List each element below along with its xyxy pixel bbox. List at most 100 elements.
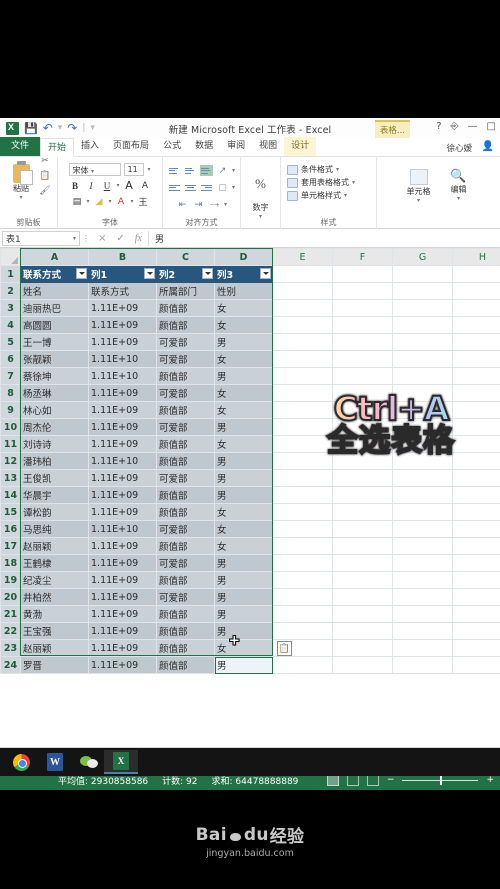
cell-A13[interactable]: 王俊凯 — [20, 469, 89, 487]
cell-D5[interactable]: 男 — [214, 333, 273, 351]
cell-A8[interactable]: 杨丞琳 — [20, 384, 89, 402]
font-size-input[interactable]: 11 — [124, 163, 145, 176]
table-row[interactable]: 18 王鹤棣 1.11E+09 可爱部男 — [0, 554, 500, 572]
align-top-button[interactable] — [168, 165, 181, 176]
paste-button[interactable]: 粘贴 ▾ — [6, 161, 36, 201]
cell-A4[interactable]: 高圆圆 — [20, 316, 89, 334]
underline-dropdown-icon[interactable]: ▾ — [116, 182, 119, 189]
cell-A6[interactable]: 张靓颖 — [20, 350, 89, 368]
cell-D10[interactable]: 男 — [214, 418, 273, 436]
cell-C20[interactable]: 可爱部 — [156, 588, 215, 606]
empty-cell-g15[interactable] — [392, 503, 453, 521]
table-row[interactable]: 2 姓名 联系方式 所属部门 性别 — [0, 282, 500, 300]
table-row[interactable]: 3 迪丽热巴 1.11E+09 颜值部女 — [0, 299, 500, 317]
cell-C14[interactable]: 颜值部 — [156, 486, 215, 504]
row-header-4[interactable]: 4 — [0, 316, 21, 334]
font-size-dropdown-icon[interactable]: ▾ — [147, 166, 150, 173]
cell-C24[interactable]: 颜值部 — [156, 656, 215, 674]
cell-C12[interactable]: 颜值部 — [156, 452, 215, 470]
table-header-row[interactable]: 1 联系方式 列1 列2 列3 — [0, 265, 500, 283]
empty-cell-h4[interactable] — [452, 316, 500, 334]
empty-cell-f16[interactable] — [332, 520, 393, 538]
align-middle-button[interactable] — [184, 165, 197, 176]
font-name-dropdown-icon[interactable]: ▾ — [91, 168, 94, 175]
align-left-button[interactable] — [168, 182, 181, 193]
empty-cell-g13[interactable] — [392, 469, 453, 487]
borders-icon[interactable]: ▤ — [70, 195, 83, 208]
table-row[interactable]: 7 蔡徐坤 1.11E+10 颜值部男 — [0, 367, 500, 385]
cell-B5[interactable]: 1.11E+09 — [88, 333, 157, 351]
conditional-formatting-dropdown-icon[interactable]: ▾ — [336, 166, 339, 173]
empty-cell-g10[interactable] — [392, 418, 453, 436]
cells-dropdown-icon[interactable]: ▾ — [417, 197, 420, 204]
empty-cell-e8[interactable] — [272, 384, 333, 402]
cell-D6[interactable]: 女 — [214, 350, 273, 368]
cancel-icon[interactable]: × — [98, 233, 106, 244]
cell-C11[interactable]: 颜值部 — [156, 435, 215, 453]
cell-A24[interactable]: 罗晋 — [20, 656, 89, 674]
empty-cell-e4[interactable] — [272, 316, 333, 334]
empty-cell-g6[interactable] — [392, 350, 453, 368]
empty-cell-e16[interactable] — [272, 520, 333, 538]
confirm-icon[interactable]: ✓ — [116, 233, 124, 244]
format-as-table-dropdown-icon[interactable]: ▾ — [352, 179, 355, 186]
cell-B8[interactable]: 1.11E+09 — [88, 384, 157, 402]
cell-A3[interactable]: 迪丽热巴 — [20, 299, 89, 317]
cell-A17[interactable]: 赵丽颖 — [20, 537, 89, 555]
cell-A14[interactable]: 华晨宇 — [20, 486, 89, 504]
align-bottom-button[interactable] — [199, 165, 213, 176]
tab-file[interactable]: 文件 — [0, 137, 41, 156]
empty-cell-e20[interactable] — [272, 588, 333, 606]
empty-cell-e22[interactable] — [272, 622, 333, 640]
row-header-21[interactable]: 21 — [0, 605, 21, 623]
cell-A11[interactable]: 刘诗诗 — [20, 435, 89, 453]
percent-style-icon[interactable]: % — [255, 176, 266, 192]
empty-cell-f1[interactable] — [332, 265, 393, 283]
empty-cell-g23[interactable] — [392, 639, 453, 657]
name-box-dropdown-icon[interactable]: ▾ — [73, 235, 76, 242]
zoom-slider-knob[interactable] — [440, 775, 443, 785]
row-header-15[interactable]: 15 — [0, 503, 21, 521]
table-row[interactable]: 8 杨丞琳 1.11E+09 可爱部女 — [0, 384, 500, 402]
page-break-view-icon[interactable] — [366, 774, 379, 786]
cell-D16[interactable]: 女 — [214, 520, 273, 538]
ribbon-tab-bar[interactable]: 文件 开始 插入 页面布局 公式 数据 审阅 视图 设计 徐心嫒 👤 — [0, 137, 500, 157]
bold-button[interactable]: B — [68, 179, 81, 192]
quick-analysis-icon[interactable]: 📋 — [277, 641, 292, 656]
cell-B13[interactable]: 1.11E+09 — [88, 469, 157, 487]
empty-cell-e11[interactable] — [272, 435, 333, 453]
column-header-g[interactable]: G — [392, 248, 453, 266]
cell-C4[interactable]: 颜值部 — [156, 316, 215, 334]
cell-C10[interactable]: 可爱部 — [156, 418, 215, 436]
increase-indent-icon[interactable]: ⇥ — [192, 198, 205, 211]
cell-C7[interactable]: 颜值部 — [156, 367, 215, 385]
font-color-icon[interactable]: A — [115, 195, 128, 208]
empty-cell-f7[interactable] — [332, 367, 393, 385]
zoom-in-button[interactable]: + — [486, 775, 494, 785]
table-header-cell-b[interactable]: 列1 — [88, 265, 157, 283]
row-header-22[interactable]: 22 — [0, 622, 21, 640]
empty-cell-f5[interactable] — [332, 333, 393, 351]
cell-B10[interactable]: 1.11E+09 — [88, 418, 157, 436]
phonetic-guide-icon[interactable]: 王 — [137, 195, 150, 208]
scissors-icon[interactable]: ✂ — [39, 155, 51, 167]
row-header-24[interactable]: 24 — [0, 656, 21, 674]
empty-cell-f13[interactable] — [332, 469, 393, 487]
normal-view-icon[interactable] — [326, 774, 339, 786]
empty-cell-e24[interactable] — [272, 656, 333, 674]
shrink-font-button[interactable]: A — [139, 179, 152, 192]
cell-C16[interactable]: 可爱部 — [156, 520, 215, 538]
status-right-controls[interactable]: − + — [326, 774, 494, 786]
empty-cell-e9[interactable] — [272, 401, 333, 419]
underline-button[interactable]: U — [100, 179, 113, 192]
cell-B16[interactable]: 1.11E+10 — [88, 520, 157, 538]
empty-cell-h5[interactable] — [452, 333, 500, 351]
cell-A23[interactable]: 赵丽颖 — [20, 639, 89, 657]
empty-cell-e7[interactable] — [272, 367, 333, 385]
row-header-10[interactable]: 10 — [0, 418, 21, 436]
table-row[interactable]: 15 谭松韵 1.11E+09 颜值部女 — [0, 503, 500, 521]
row-header-2[interactable]: 2 — [0, 282, 21, 300]
worksheet-grid[interactable]: A B C D E F G H 1 联系方式 列1 列2 列3 2 姓名 联系方… — [0, 248, 500, 747]
empty-cell-g7[interactable] — [392, 367, 453, 385]
empty-cell-e12[interactable] — [272, 452, 333, 470]
